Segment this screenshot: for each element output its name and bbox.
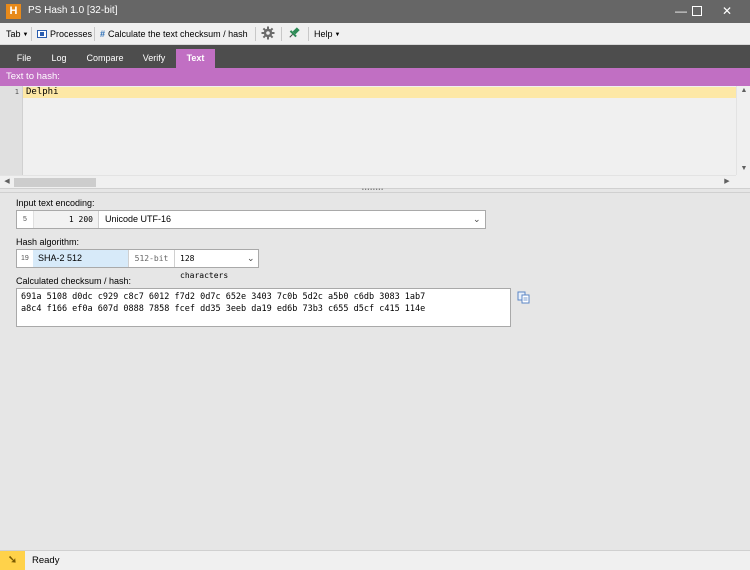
- toolbar-separator: [31, 27, 32, 41]
- processes-button[interactable]: Processes: [37, 26, 92, 42]
- tab-log[interactable]: Log: [40, 49, 78, 68]
- tab-compare[interactable]: Compare: [78, 49, 132, 68]
- toolbar-separator: [308, 27, 309, 41]
- maximize-icon: [692, 6, 702, 16]
- close-button[interactable]: ✕: [704, 0, 750, 23]
- encoding-select[interactable]: 5 1 200 Unicode UTF-16 ⌄: [16, 210, 486, 229]
- algorithm-label: Hash algorithm:: [16, 237, 80, 247]
- calculate-button[interactable]: # Calculate the text checksum / hash: [100, 26, 248, 42]
- horizontal-scroll-thumb[interactable]: [14, 178, 96, 187]
- encoding-codepage: 1 200: [33, 211, 99, 228]
- line-number: 1: [14, 88, 19, 96]
- text-to-hash-header: Text to hash:: [0, 68, 750, 86]
- hash-icon: #: [100, 29, 106, 39]
- scroll-right-icon[interactable]: ▶: [720, 177, 734, 185]
- text-editor[interactable]: 1 Delphi ▲ ▼ ◀ ▶: [0, 86, 750, 188]
- scroll-left-icon[interactable]: ◀: [0, 177, 14, 185]
- gear-icon: [261, 26, 275, 40]
- checksum-line-2: a8c4 f166 ef0a 607d 0888 7858 fcef dd35 …: [21, 304, 426, 314]
- help-menu-label: Help: [314, 29, 333, 39]
- chevron-down-icon: ▼: [334, 32, 341, 38]
- window-title: PS Hash 1.0 [32-bit]: [28, 5, 118, 16]
- algorithm-bits: 512-bit: [128, 250, 174, 267]
- toolbar-separator: [94, 27, 95, 41]
- line-number-gutter: 1: [0, 86, 23, 175]
- processes-icon: [37, 30, 47, 38]
- arrow-down-right-icon[interactable]: ➘: [0, 551, 25, 570]
- chevron-down-icon: ▼: [22, 32, 29, 38]
- calculate-label: Calculate the text checksum / hash: [108, 29, 248, 39]
- tab-menu-button[interactable]: Tab ▼: [6, 26, 28, 42]
- chevron-down-icon[interactable]: ⌄: [473, 211, 481, 228]
- pin-icon: [289, 27, 300, 38]
- checksum-label: Calculated checksum / hash:: [16, 276, 132, 286]
- status-bar: ➘ Ready: [0, 550, 750, 570]
- checksum-line-1: 691a 5108 d0dc c929 c8c7 6012 f7d2 0d7c …: [21, 292, 426, 302]
- scroll-up-icon[interactable]: ▲: [737, 87, 750, 94]
- app-icon: H: [6, 4, 21, 19]
- algorithm-select[interactable]: 19 SHA-2 512 512-bit 128 characters ⌄: [16, 249, 259, 280]
- copy-icon: [517, 291, 530, 304]
- scroll-down-icon[interactable]: ▼: [737, 165, 750, 172]
- splitter-grip-icon: ••••••••: [362, 187, 385, 193]
- algorithm-name: SHA-2 512: [33, 250, 128, 267]
- tab-text[interactable]: Text: [176, 49, 215, 68]
- tab-menu-label: Tab: [6, 29, 21, 39]
- tab-file[interactable]: File: [8, 49, 40, 68]
- encoding-label: Input text encoding:: [16, 198, 95, 208]
- checksum-output[interactable]: 691a 5108 d0dc c929 c8c7 6012 f7d2 0d7c …: [16, 288, 511, 327]
- algorithm-index: 19: [21, 255, 29, 262]
- chevron-down-icon[interactable]: ⌄: [247, 250, 255, 267]
- encoding-value: Unicode UTF-16: [105, 214, 172, 224]
- status-text: Ready: [32, 555, 60, 566]
- algorithm-length: 128 characters: [174, 250, 246, 280]
- toolbar: Tab ▼ Processes # Calculate the text check…: [0, 23, 750, 45]
- toolbar-separator: [281, 27, 282, 41]
- toolbar-separator: [255, 27, 256, 41]
- settings-button[interactable]: [261, 26, 275, 42]
- pin-button[interactable]: [287, 26, 301, 42]
- help-menu-button[interactable]: Help ▼: [314, 26, 340, 42]
- splitter[interactable]: ••••••••: [0, 188, 750, 193]
- encoding-index: 5: [23, 216, 27, 223]
- tab-verify[interactable]: Verify: [132, 49, 176, 68]
- processes-label: Processes: [50, 29, 93, 39]
- vertical-scrollbar[interactable]: ▲ ▼: [736, 86, 750, 175]
- current-line-highlight: [23, 87, 736, 98]
- tab-bar: File Log Compare Verify Text: [0, 45, 750, 68]
- title-bar: H PS Hash 1.0 [32-bit] — ✕: [0, 0, 750, 23]
- editor-text[interactable]: Delphi: [26, 87, 59, 98]
- copy-button[interactable]: [517, 291, 531, 304]
- scrollbar-corner: [736, 175, 750, 188]
